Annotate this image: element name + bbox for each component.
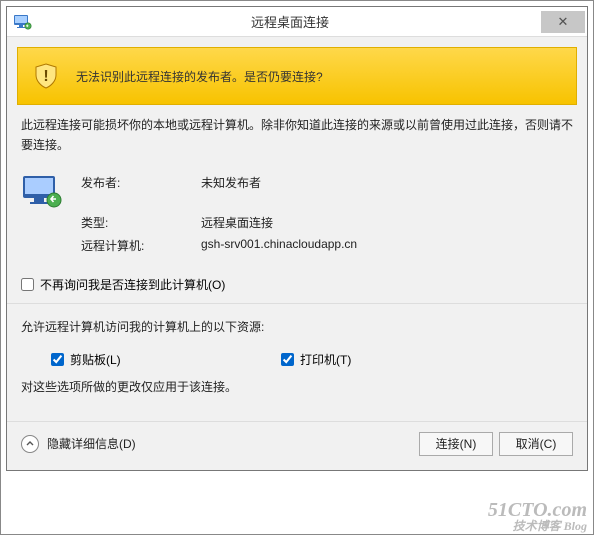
monitor-icon (21, 174, 61, 208)
titlebar: 远程桌面连接 ✕ (7, 7, 587, 37)
detail-row-publisher: 发布者: 未知发布者 (21, 174, 573, 208)
warning-paragraph: 此远程连接可能损坏你的本地或远程计算机。除非你知道此连接的来源或以前曾使用过此连… (21, 115, 573, 156)
remote-value: gsh-srv001.chinacloudapp.cn (201, 237, 357, 254)
shield-warning-icon: ! (32, 62, 60, 90)
dont-ask-label[interactable]: 不再询问我是否连接到此计算机(O) (40, 276, 225, 293)
detail-row-remote: 远程计算机: gsh-srv001.chinacloudapp.cn (21, 237, 573, 254)
resources-note: 对这些选项所做的更改仅应用于该连接。 (21, 378, 573, 395)
hide-details-toggle[interactable]: 隐藏详细信息(D) (21, 435, 136, 453)
hide-details-label: 隐藏详细信息(D) (47, 435, 136, 452)
chevron-up-icon (21, 435, 39, 453)
type-value: 远程桌面连接 (201, 214, 273, 231)
allow-resources-title: 允许远程计算机访问我的计算机上的以下资源: (21, 318, 573, 335)
printer-checkbox[interactable] (281, 353, 294, 366)
remote-label: 远程计算机: (81, 237, 201, 254)
separator (7, 303, 587, 304)
clipboard-option[interactable]: 剪贴板(L) (51, 351, 281, 368)
rdp-dialog: 远程桌面连接 ✕ ! 无法识别此远程连接的发布者。是否仍要连接? 此远程连接可能… (6, 6, 588, 471)
svg-text:!: ! (43, 68, 48, 85)
publisher-label: 发布者: (81, 174, 201, 208)
cancel-button[interactable]: 取消(C) (499, 432, 573, 456)
printer-option[interactable]: 打印机(T) (281, 351, 511, 368)
clipboard-checkbox[interactable] (51, 353, 64, 366)
printer-label: 打印机(T) (300, 351, 351, 368)
close-icon: ✕ (558, 14, 569, 30)
detail-row-type: 类型: 远程桌面连接 (21, 214, 573, 231)
window-title: 远程桌面连接 (39, 12, 541, 31)
rdp-icon (11, 10, 35, 34)
type-label: 类型: (81, 214, 201, 231)
connect-button[interactable]: 连接(N) (419, 432, 493, 456)
warning-message: 无法识别此远程连接的发布者。是否仍要连接? (76, 68, 323, 85)
warning-banner: ! 无法识别此远程连接的发布者。是否仍要连接? (17, 47, 577, 105)
dont-ask-checkbox[interactable] (21, 278, 34, 291)
watermark-main: 51CTO.com (488, 499, 587, 521)
watermark-sub: 技术博客 Blog (488, 520, 587, 532)
publisher-value: 未知发布者 (201, 174, 261, 208)
close-button[interactable]: ✕ (541, 11, 585, 33)
watermark: 51CTO.com 技术博客 Blog (488, 500, 587, 532)
dialog-body: 此远程连接可能损坏你的本地或远程计算机。除非你知道此连接的来源或以前曾使用过此连… (7, 115, 587, 421)
clipboard-label: 剪贴板(L) (70, 351, 121, 368)
dialog-footer: 隐藏详细信息(D) 连接(N) 取消(C) (7, 421, 587, 470)
